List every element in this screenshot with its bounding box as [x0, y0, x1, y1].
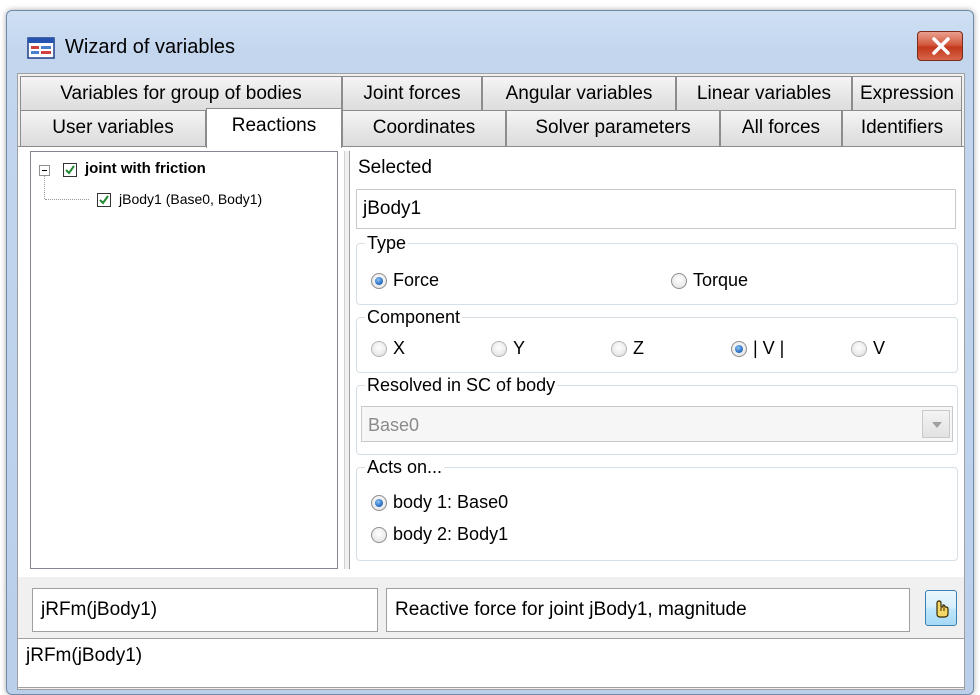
title-bar: Wizard of variables	[7, 11, 973, 73]
tab-variables-for-group-of-bodies[interactable]: Variables for group of bodies	[20, 76, 342, 112]
selected-field[interactable]: jBody1	[356, 189, 956, 229]
close-button[interactable]	[917, 31, 963, 61]
radio-icon	[371, 340, 387, 357]
radio-checked-icon	[371, 494, 387, 511]
radio-label: body 2: Body1	[393, 524, 509, 544]
wizard-window: Wizard of variables Variables for group …	[6, 10, 974, 695]
resolved-body-value: Base0	[368, 415, 420, 435]
jbody1-checkbox[interactable]	[97, 193, 111, 207]
acts-on-body2-radio[interactable]: body 2: Body1	[371, 524, 508, 545]
radio-label: Z	[633, 338, 644, 358]
resolved-legend: Resolved in SC of body	[365, 373, 558, 397]
component-legend: Component	[365, 305, 463, 329]
radio-icon	[491, 340, 507, 357]
tree-item-joint-with-friction[interactable]: joint with friction	[39, 160, 329, 180]
tree-item-jbody1[interactable]: jBody1 (Base0, Body1)	[39, 190, 329, 210]
radio-label: Force	[393, 270, 440, 290]
radio-label: body 1: Base0	[393, 492, 509, 512]
pick-button[interactable]	[925, 590, 957, 626]
radio-label: Y	[513, 338, 526, 358]
acts-on-legend: Acts on...	[365, 455, 445, 479]
chevron-down-icon	[932, 422, 942, 428]
window-title: Wizard of variables	[65, 36, 236, 58]
tab-angular-variables[interactable]: Angular variables	[482, 76, 676, 112]
tab-user-variables[interactable]: User variables	[20, 110, 206, 146]
acts-on-body1-radio[interactable]: body 1: Base0	[371, 492, 508, 513]
reactions-panel: joint with friction jBody1 (Base0, Body1…	[18, 146, 964, 577]
tab-joint-forces[interactable]: Joint forces	[342, 76, 482, 112]
tree-item-label: jBody1 (Base0, Body1)	[119, 191, 263, 207]
tab-reactions[interactable]: Reactions	[206, 108, 342, 148]
component-vector-radio[interactable]: V	[851, 338, 885, 359]
checkmark-icon	[99, 195, 109, 205]
radio-icon	[671, 272, 687, 289]
dialog-body: Variables for group of bodies Joint forc…	[17, 73, 965, 690]
radio-label: Torque	[693, 270, 749, 290]
resolved-group: Resolved in SC of body Base0	[356, 373, 958, 455]
identifier-field[interactable]: jRFm(jBody1)	[32, 588, 378, 632]
pointing-hand-icon	[936, 600, 949, 618]
joint-tree: joint with friction jBody1 (Base0, Body1…	[30, 151, 338, 569]
tab-solver-parameters[interactable]: Solver parameters	[506, 110, 720, 146]
acts-on-group: Acts on... body 1: Base0 body 2: Body1	[356, 455, 958, 561]
radio-icon	[851, 340, 867, 357]
radio-icon	[371, 526, 387, 543]
radio-label: | V |	[753, 338, 785, 358]
radio-label: X	[393, 338, 406, 358]
tree-item-label: joint with friction	[85, 160, 206, 177]
type-force-radio[interactable]: Force	[371, 270, 439, 291]
radio-label: V	[873, 338, 886, 358]
tab-identifiers[interactable]: Identifiers	[842, 110, 962, 146]
app-icon	[27, 37, 55, 59]
radio-checked-icon	[731, 340, 747, 357]
tab-expression[interactable]: Expression	[852, 76, 962, 112]
component-magnitude-radio[interactable]: | V |	[731, 338, 784, 359]
tab-row-2: User variables Reactions Coordinates Sol…	[18, 108, 964, 148]
radio-checked-icon	[371, 272, 387, 289]
type-group: Type Force Torque	[356, 231, 958, 305]
tab-all-forces[interactable]: All forces	[720, 110, 842, 146]
checkmark-icon	[65, 165, 75, 175]
component-group: Component X Y Z | V | V	[356, 305, 958, 373]
options-pane: Selected jBody1 Type Force Torque Compon…	[356, 147, 964, 577]
component-z-radio[interactable]: Z	[611, 338, 644, 359]
dropdown-button[interactable]	[922, 410, 950, 438]
radio-icon	[611, 340, 627, 357]
component-x-radio[interactable]: X	[371, 338, 405, 359]
description-field[interactable]: Reactive force for joint jBody1, magnitu…	[386, 588, 910, 632]
tab-coordinates[interactable]: Coordinates	[342, 110, 506, 146]
selected-label: Selected	[358, 157, 432, 178]
joint-checkbox[interactable]	[63, 163, 77, 177]
tab-linear-variables[interactable]: Linear variables	[676, 76, 852, 112]
component-y-radio[interactable]: Y	[491, 338, 525, 359]
close-icon	[932, 37, 950, 55]
pane-splitter[interactable]	[344, 151, 350, 569]
type-torque-radio[interactable]: Torque	[671, 270, 748, 291]
tab-row-1: Variables for group of bodies Joint forc…	[18, 76, 964, 114]
type-legend: Type	[365, 231, 409, 255]
expression-field[interactable]: jRFm(jBody1)	[18, 638, 964, 688]
resolved-body-select[interactable]: Base0	[361, 406, 953, 442]
collapse-icon[interactable]	[39, 165, 50, 176]
